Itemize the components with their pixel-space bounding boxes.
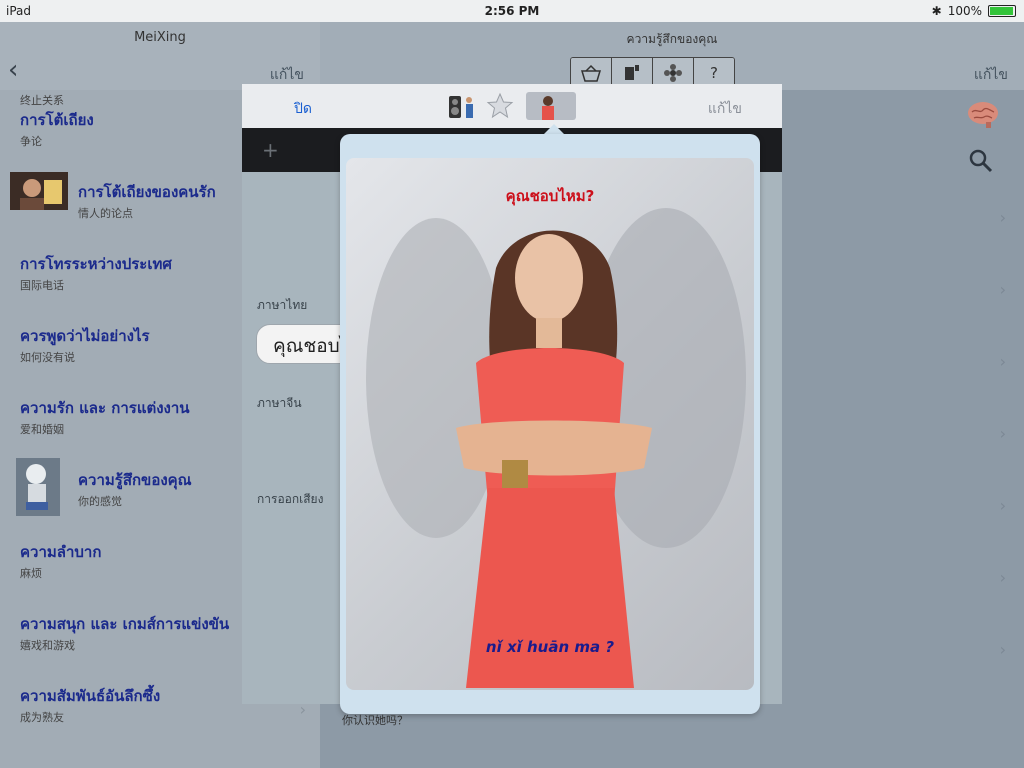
left-nav-bar: MeiXing ‹ แก้ไข (0, 22, 320, 90)
modal-edit-button[interactable]: แก้ไข (708, 98, 742, 120)
left-edit-button[interactable]: แก้ไข (270, 64, 304, 86)
modal-toolbar: ปิด แก้ไข (242, 84, 782, 128)
right-title: ความรู้สึกของคุณ (626, 32, 718, 46)
thinking-figure-icon (16, 458, 60, 516)
chevron-right-icon: › (999, 280, 1006, 299)
close-button[interactable]: ปิด (294, 98, 312, 120)
speaker-person-icon[interactable] (447, 92, 477, 120)
left-title: MeiXing (134, 30, 186, 45)
chevron-right-icon: › (999, 208, 1006, 227)
chevron-right-icon: › (999, 496, 1006, 515)
right-edit-button[interactable]: แก้ไข (974, 64, 1008, 86)
brain-icon[interactable] (966, 100, 1000, 128)
photo-thumbnail-icon[interactable] (526, 92, 576, 120)
chevron-right-icon: › (999, 424, 1006, 443)
star-icon[interactable] (486, 92, 514, 120)
popover-arrow (544, 124, 564, 134)
plus-icon[interactable]: + (262, 138, 279, 162)
couple-thumbnail-icon (10, 172, 68, 210)
chevron-right-icon: › (999, 568, 1006, 587)
battery-percent: 100% (947, 4, 982, 18)
status-bar: iPad 2:56 PM ✱ 100% (0, 0, 1024, 22)
popover-photo: คุณชอบไหม? nǐ xǐ huān ma ? (346, 158, 754, 690)
image-popover: คุณชอบไหม? nǐ xǐ huān ma ? (340, 134, 760, 714)
detail-row-text: 你认识她吗？ (342, 714, 408, 727)
battery-icon (988, 5, 1016, 17)
bluetooth-icon: ✱ (931, 4, 942, 18)
right-nav-bar: ความรู้สึกของคุณ ? แก้ไข (320, 22, 1024, 90)
clock: 2:56 PM (484, 4, 540, 18)
back-chevron-icon[interactable]: ‹ (8, 57, 18, 83)
search-icon[interactable] (968, 148, 994, 174)
chinese-label: ภาษาจีน (257, 396, 302, 410)
chevron-right-icon: › (999, 352, 1006, 371)
thai-label: ภาษาไทย (257, 298, 308, 312)
woman-photo-icon (366, 208, 746, 688)
caption-thai: คุณชอบไหม? (505, 187, 595, 205)
chevron-right-icon: › (999, 640, 1006, 659)
caption-pinyin: nǐ xǐ huān ma ? (485, 638, 615, 656)
pronunciation-label: การออกเสียง (257, 492, 324, 506)
